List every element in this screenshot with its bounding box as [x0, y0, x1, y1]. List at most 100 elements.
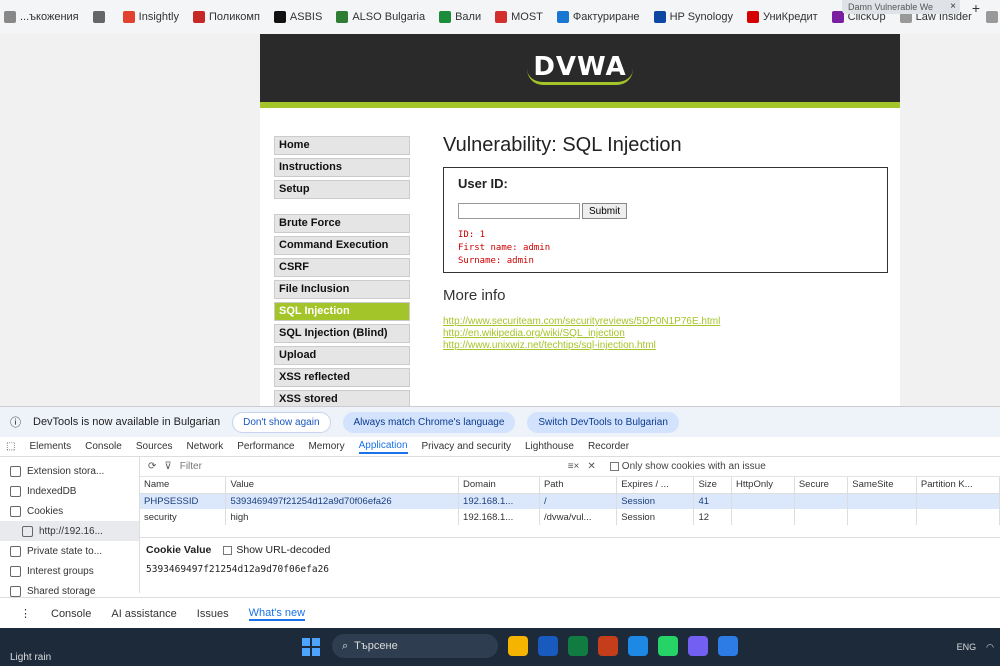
drawer-menu-icon[interactable]: ⋮ — [20, 607, 31, 620]
column-header[interactable]: HttpOnly — [731, 477, 795, 494]
bookmark-item[interactable]: MOST — [495, 11, 543, 23]
show-url-decoded-checkbox[interactable]: Show URL-decoded — [223, 544, 330, 556]
menu-item-home[interactable]: Home — [274, 136, 410, 155]
cell-domain: 192.168.1... — [458, 493, 540, 509]
tab-application[interactable]: Application — [358, 440, 408, 454]
column-header[interactable]: Partition K... — [916, 477, 1000, 494]
bookmark-icon — [495, 11, 508, 23]
more-info-link[interactable]: http://en.wikipedia.org/wiki/SQL_injecti… — [443, 328, 888, 340]
menu-item-file-inclusion[interactable]: File Inclusion — [274, 280, 410, 299]
bookmark-item[interactable]: Фактуриране — [556, 11, 640, 23]
menu-item-instructions[interactable]: Instructions — [274, 158, 410, 177]
sidebar-item[interactable]: Private state to... — [0, 541, 139, 561]
drawer-tab-issues[interactable]: Issues — [197, 608, 229, 620]
lang-indicator[interactable]: ENG — [957, 642, 977, 653]
cell-name: PHPSESSID — [140, 493, 227, 509]
bookmark-item[interactable]: PassMark — [985, 11, 1000, 23]
menu-item-sql-injection-blind[interactable]: SQL Injection (Blind) — [274, 324, 410, 343]
menu-item-upload[interactable]: Upload — [274, 346, 410, 365]
column-header[interactable]: Expires / ... — [616, 477, 695, 494]
bookmark-icon — [273, 11, 286, 23]
table-row[interactable]: PHPSESSID 5393469497f21254d12a9d70f06efa2… — [140, 493, 1000, 509]
new-tab-icon[interactable]: + — [972, 0, 980, 16]
more-info-link[interactable]: http://www.securiteam.com/securityreview… — [443, 316, 888, 328]
menu-item-sql-injection[interactable]: SQL Injection — [274, 302, 410, 321]
viber-icon[interactable] — [688, 636, 708, 656]
sidebar-item[interactable]: http://192.16... — [0, 521, 139, 541]
more-info-link[interactable]: http://www.unixwiz.net/techtips/sql-inje… — [443, 340, 888, 352]
browser-tab[interactable]: Damn Vulnerable We — [842, 0, 960, 14]
menu-item-csrf[interactable]: CSRF — [274, 258, 410, 277]
sidebar-item[interactable]: IndexedDB — [0, 481, 139, 501]
excel-icon[interactable] — [568, 636, 588, 656]
search-placeholder: Търсене — [354, 640, 398, 652]
sidebar-item[interactable]: Interest groups — [0, 561, 139, 581]
tab-recorder[interactable]: Recorder — [588, 441, 629, 452]
tab-sources[interactable]: Sources — [136, 441, 173, 452]
more-info-heading: More info — [443, 287, 506, 304]
column-header[interactable]: Secure — [794, 477, 849, 494]
tab-privacy-and-security[interactable]: Privacy and security — [422, 441, 511, 452]
weather-widget[interactable]: Light rain — [10, 652, 51, 663]
whatsapp-icon[interactable] — [658, 636, 678, 656]
bookmark-item[interactable]: ALSO Bulgaria — [336, 11, 425, 23]
tab-lighthouse[interactable]: Lighthouse — [525, 441, 574, 452]
clear-filtered-icon[interactable]: ≡× — [568, 461, 580, 472]
match-language-button[interactable]: Always match Chrome's language — [342, 411, 516, 433]
tab-elements[interactable]: Elements — [29, 441, 71, 452]
bookmark-item[interactable]: HP Synology — [653, 11, 733, 23]
menu-item-brute-force[interactable]: Brute Force — [274, 214, 410, 233]
taskbar-search[interactable]: ⌕ Търсене — [332, 634, 498, 658]
tab-memory[interactable]: Memory — [308, 441, 344, 452]
menu-item-xss-reflected[interactable]: XSS reflected — [274, 368, 410, 387]
checkbox-icon[interactable] — [609, 462, 619, 471]
sidebar-item[interactable]: Cookies — [0, 501, 139, 521]
checkbox-icon[interactable] — [223, 545, 233, 555]
switch-language-button[interactable]: Switch DevTools to Bulgarian — [527, 411, 679, 433]
bookmark-item[interactable]: ...ъкожения — [4, 11, 79, 23]
column-header[interactable]: Path — [539, 477, 618, 494]
menu-item-command-execution[interactable]: Command Execution — [274, 236, 410, 255]
column-header[interactable]: Value — [225, 477, 460, 494]
only-show-issues-checkbox[interactable]: Only show cookies with an issue — [609, 461, 766, 472]
cookie-icon — [22, 525, 33, 537]
sidebar-item[interactable]: Extension stora... — [0, 461, 139, 481]
chrome-icon[interactable] — [718, 636, 738, 656]
delete-icon[interactable]: ✕ — [587, 461, 595, 472]
edge-icon[interactable] — [628, 636, 648, 656]
wifi-icon[interactable]: ◠ — [986, 642, 994, 653]
powerpoint-icon[interactable] — [598, 636, 618, 656]
bookmark-item[interactable]: Insightly — [122, 11, 179, 23]
filter-input[interactable]: Filter — [180, 461, 560, 472]
column-header[interactable]: SameSite — [847, 477, 917, 494]
tab-console[interactable]: Console — [85, 441, 122, 452]
column-header[interactable]: Name — [140, 477, 227, 494]
table-row[interactable]: security high 192.168.1.../dvwa/vul... Sess… — [140, 509, 1000, 525]
bookmark-item[interactable]: Вали — [439, 11, 481, 23]
file-explorer-icon[interactable] — [508, 636, 528, 656]
drawer-tab-console[interactable]: Console — [51, 608, 91, 620]
bookmark-item[interactable] — [92, 11, 109, 23]
column-header[interactable]: Size — [693, 477, 733, 494]
tab-close-icon[interactable]: × — [950, 1, 956, 12]
drawer-tab-ai-assistance[interactable]: AI assistance — [111, 608, 176, 620]
bookmark-label: ALSO Bulgaria — [352, 11, 426, 23]
tab-network[interactable]: Network — [187, 441, 224, 452]
menu-item-setup[interactable]: Setup — [274, 180, 410, 199]
windows-start-icon[interactable] — [302, 638, 320, 656]
user-id-input[interactable] — [458, 203, 580, 219]
bookmark-label: ASBIS — [289, 11, 323, 23]
inspect-icon[interactable]: ⬚ — [6, 441, 15, 452]
bookmark-item[interactable]: УниКредит — [746, 11, 818, 23]
submit-button[interactable]: Submit — [582, 203, 628, 219]
cell-value: high — [225, 509, 460, 525]
refresh-icon[interactable]: ⟳ — [148, 461, 156, 472]
column-header[interactable]: Domain — [458, 477, 540, 494]
word-icon[interactable] — [538, 636, 558, 656]
bookmark-item[interactable]: ASBIS — [273, 11, 323, 23]
cell-name: security — [140, 509, 227, 525]
dont-show-again-button[interactable]: Don't show again — [232, 411, 331, 433]
bookmark-item[interactable]: Поликомп — [193, 11, 260, 23]
drawer-tab-what-s-new[interactable]: What's new — [248, 607, 306, 621]
tab-performance[interactable]: Performance — [237, 441, 294, 452]
